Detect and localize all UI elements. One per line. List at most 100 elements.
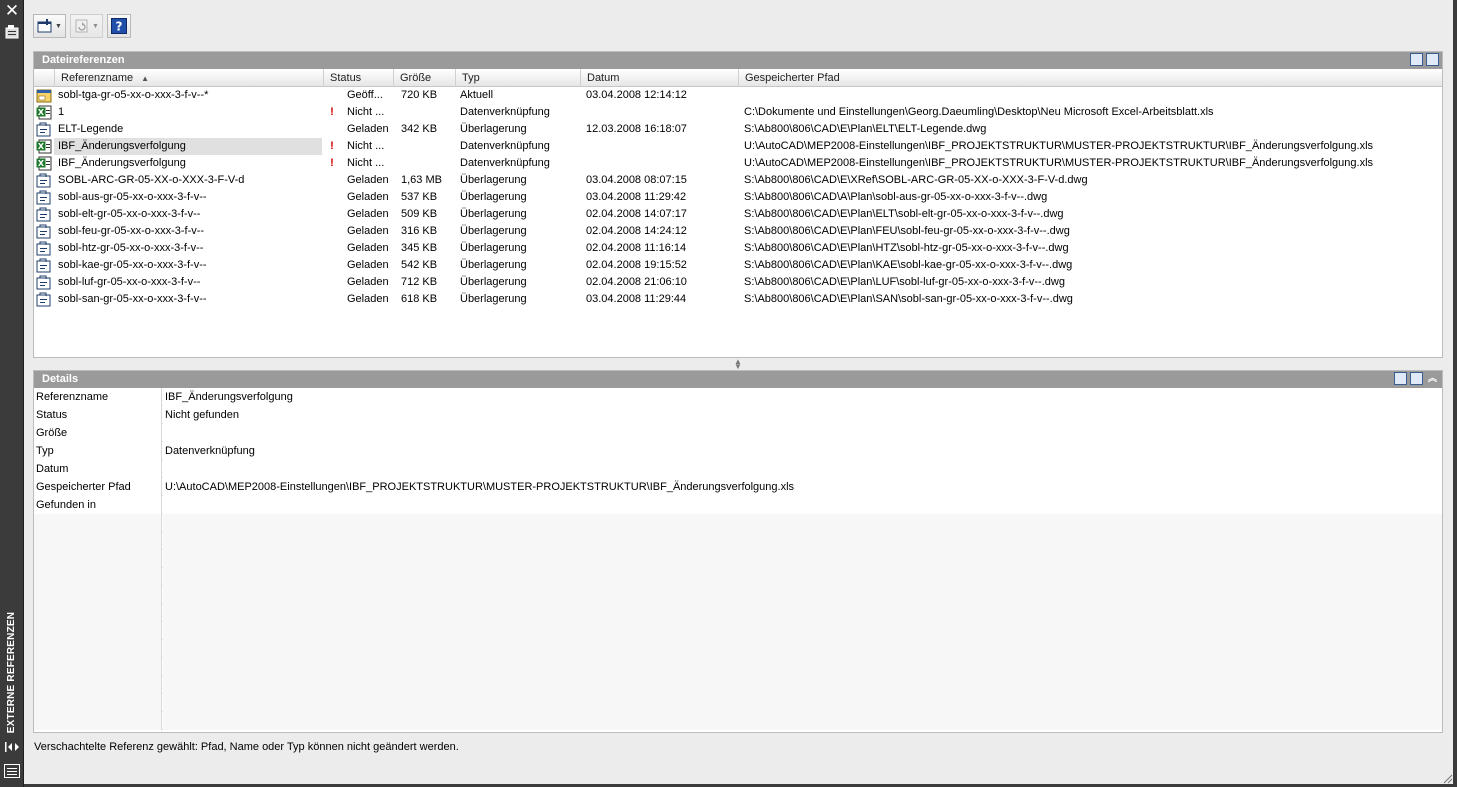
warning-icon — [327, 189, 337, 206]
cell-referenzname: sobl-tga-gr-o5-xx-o-xxx-3-f-v--* — [58, 89, 209, 101]
warning-icon — [327, 223, 337, 240]
column-header-datum[interactable]: Datum — [580, 69, 738, 87]
empty-row — [34, 676, 1442, 694]
tree-view-icon[interactable] — [1426, 53, 1439, 66]
dropdown-arrow-icon[interactable]: ▼ — [92, 23, 99, 30]
auto-hide-icon[interactable] — [3, 740, 21, 754]
cell-pfad: S:\Ab800\806\CAD\E\Plan\FEU\sobl-feu-gr-… — [744, 225, 1070, 237]
warning-icon: ! — [330, 106, 334, 118]
table-row[interactable]: sobl-feu-gr-05-xx-o-xxx-3-f-v-- Geladen 31… — [34, 223, 1442, 240]
cell-datum — [586, 155, 741, 172]
empty-row — [34, 550, 1442, 568]
warning-icon — [327, 274, 337, 291]
property-value[interactable] — [163, 460, 1442, 478]
cell-datum: 03.04.2008 11:29:42 — [586, 191, 687, 203]
cell-status: Geladen — [347, 123, 389, 135]
cell-status: Nicht ... — [347, 140, 385, 152]
sort-ascending-icon: ▲ — [141, 74, 150, 83]
help-button[interactable]: ? — [106, 14, 131, 38]
details-view-icon[interactable] — [1394, 372, 1407, 385]
cell-datum: 02.04.2008 11:16:14 — [586, 242, 687, 254]
empty-cell — [34, 694, 162, 712]
cell-pfad: S:\Ab800\806\CAD\E\Plan\ELT\sobl-elt-gr-… — [744, 208, 1064, 220]
attach-dwg-button[interactable]: ▼ — [33, 14, 66, 38]
table-row[interactable]: X 1! Nicht ... Datenverknüpfung C:\Dokumente… — [34, 104, 1442, 121]
svg-text:X: X — [38, 142, 45, 151]
table-row[interactable]: X IBF_Änderungsverfolgung! Nicht ... Datenv… — [34, 138, 1442, 155]
cell-datum: 03.04.2008 12:14:12 — [586, 89, 687, 101]
empty-cell — [34, 604, 162, 622]
file-references-title: Dateireferenzen — [42, 54, 125, 66]
property-value[interactable]: U:\AutoCAD\MEP2008-Einstellungen\IBF_PRO… — [163, 478, 1442, 496]
property-row: Datum — [34, 460, 1442, 478]
cell-typ: Datenverknüpfung — [460, 106, 550, 118]
warning-icon: ! — [330, 140, 334, 152]
table-row[interactable]: X IBF_Änderungsverfolgung! Nicht ... Datenv… — [34, 155, 1442, 172]
collapse-icon[interactable]: ︽ — [1426, 372, 1439, 385]
cell-typ: Überlagerung — [460, 208, 527, 220]
cell-pfad: S:\Ab800\806\CAD\E\Plan\ELT\ELT-Legende.… — [744, 123, 987, 135]
warning-icon — [327, 87, 337, 104]
references-table-header: Referenzname ▲ Status Größe Typ Datum Ges… — [34, 69, 1442, 87]
property-row: Typ Datenverknüpfung — [34, 442, 1442, 460]
xref-overlay-icon — [36, 190, 52, 205]
cell-referenzname: 1 — [58, 106, 65, 118]
dropdown-arrow-icon[interactable]: ▼ — [55, 23, 62, 30]
cell-groesse — [401, 155, 456, 172]
palette-menu-icon[interactable] — [3, 763, 21, 779]
properties-icon[interactable] — [4, 23, 20, 39]
empty-cell — [163, 712, 1442, 730]
cell-status: Geladen — [347, 208, 389, 220]
table-row[interactable]: sobl-luf-gr-05-xx-o-xxx-3-f-v-- Geladen 71… — [34, 274, 1442, 291]
empty-cell — [163, 604, 1442, 622]
empty-cell — [34, 568, 162, 586]
property-value[interactable]: Datenverknüpfung — [163, 442, 1442, 460]
panel-splitter-handle[interactable]: ▲ ▼ — [733, 358, 743, 371]
property-value[interactable]: Nicht gefunden — [163, 406, 1442, 424]
property-row: Referenzname IBF_Änderungsverfolgung — [34, 388, 1442, 406]
column-header-groesse[interactable]: Größe — [393, 69, 455, 87]
cell-pfad: S:\Ab800\806\CAD\E\XRef\SOBL-ARC-GR-05-X… — [744, 174, 1088, 186]
table-row[interactable]: sobl-elt-gr-05-xx-o-xxx-3-f-v-- Geladen 50… — [34, 206, 1442, 223]
property-value[interactable] — [163, 424, 1442, 442]
cell-referenzname: ELT-Legende — [58, 123, 124, 135]
cell-pfad: S:\Ab800\806\CAD\E\Plan\KAE\sobl-kae-gr-… — [744, 259, 1073, 271]
cell-typ: Aktuell — [460, 89, 494, 101]
cell-status: Geladen — [347, 174, 389, 186]
empty-row — [34, 604, 1442, 622]
cell-status: Geladen — [347, 225, 389, 237]
list-view-icon[interactable] — [1410, 53, 1423, 66]
cell-datum: 03.04.2008 11:29:44 — [586, 293, 687, 305]
property-value[interactable] — [163, 496, 1442, 514]
column-header-pfad[interactable]: Gespeicherter Pfad — [738, 69, 1442, 87]
cell-referenzname: sobl-elt-gr-05-xx-o-xxx-3-f-v-- — [58, 208, 201, 220]
preview-view-icon[interactable] — [1410, 372, 1423, 385]
table-row[interactable]: ELT-Legende Geladen 342 KB Überlagerung 12.0… — [34, 121, 1442, 138]
close-icon[interactable]: ✕ — [3, 2, 21, 20]
cell-referenzname: SOBL-ARC-GR-05-XX-o-XXX-3-F-V-d — [58, 174, 245, 186]
property-label: Größe — [34, 424, 162, 442]
resize-grip-icon[interactable] — [1441, 772, 1453, 784]
cell-groesse: 316 KB — [401, 225, 438, 237]
svg-text:X: X — [38, 108, 45, 117]
cell-datum: 12.03.2008 16:18:07 — [586, 123, 687, 135]
column-header-typ[interactable]: Typ — [455, 69, 580, 87]
excel-file-icon: X — [36, 156, 52, 171]
refresh-button[interactable]: ▼ — [69, 14, 103, 38]
details-panel: Details ︽ Referenzname IBF_Änderungsverfo… — [33, 370, 1443, 733]
table-row[interactable]: SOBL-ARC-GR-05-XX-o-XXX-3-F-V-d Geladen 1,… — [34, 172, 1442, 189]
table-row[interactable]: sobl-aus-gr-05-xx-o-xxx-3-f-v-- Geladen 53… — [34, 189, 1442, 206]
column-header-referenzname[interactable]: Referenzname ▲ — [54, 69, 323, 87]
column-header-status[interactable]: Status — [323, 69, 393, 87]
cell-typ: Überlagerung — [460, 242, 527, 254]
cell-groesse: 537 KB — [401, 191, 438, 203]
refresh-icon — [75, 19, 88, 33]
table-row[interactable]: sobl-kae-gr-05-xx-o-xxx-3-f-v-- Geladen 54… — [34, 257, 1442, 274]
cell-datum: 02.04.2008 21:06:10 — [586, 276, 687, 288]
cell-status: Geöff... — [347, 89, 383, 101]
table-row[interactable]: sobl-san-gr-05-xx-o-xxx-3-f-v-- Geladen 61… — [34, 291, 1442, 308]
warning-icon — [327, 172, 337, 189]
table-row[interactable]: sobl-htz-gr-05-xx-o-xxx-3-f-v-- Geladen 34… — [34, 240, 1442, 257]
table-row[interactable]: sobl-tga-gr-o5-xx-o-xxx-3-f-v--* Geöff...… — [34, 87, 1442, 104]
property-value[interactable]: IBF_Änderungsverfolgung — [163, 388, 1442, 406]
